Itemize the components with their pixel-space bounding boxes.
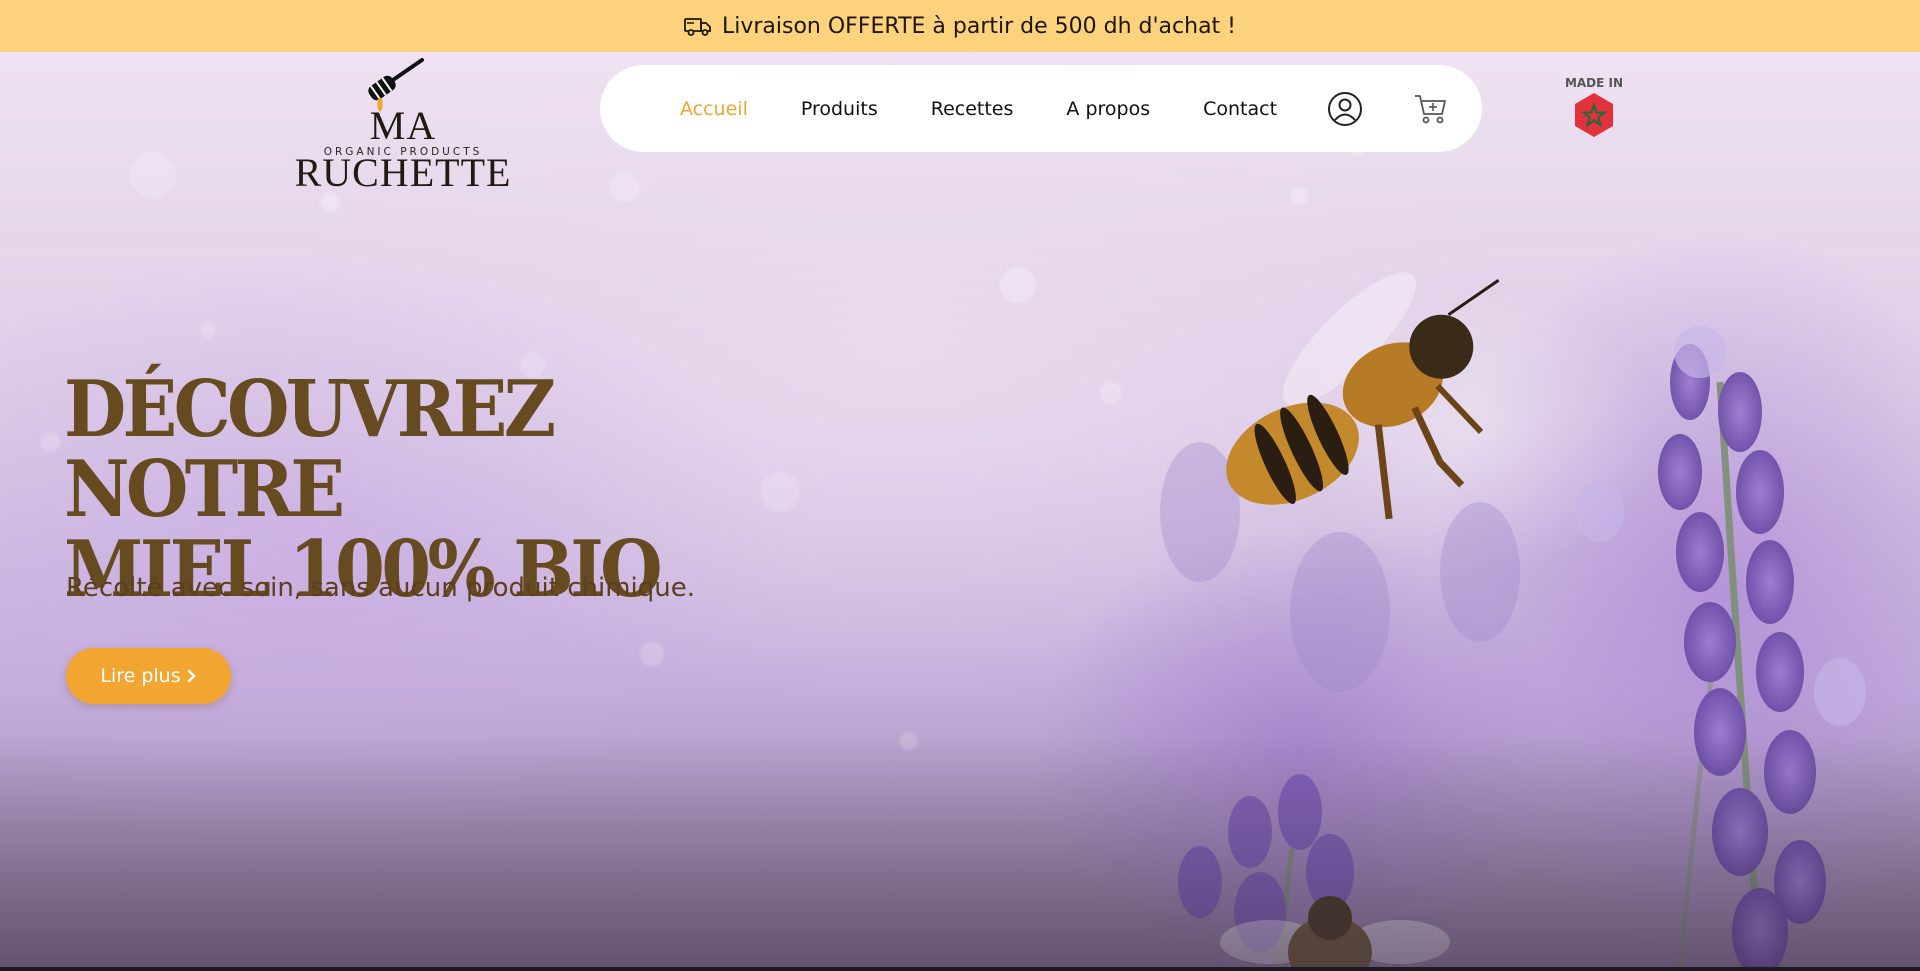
chevron-right-icon	[187, 669, 196, 683]
site-logo[interactable]: MA RUCHETTE ORGANIC PRODUCTS	[272, 56, 532, 195]
cart-button[interactable]	[1411, 89, 1451, 129]
logo-tagline: ORGANIC PRODUCTS	[323, 146, 483, 158]
window-bottom-edge	[0, 967, 1920, 971]
announcement-text: Livraison OFFERTE à partir de 500 dh d'a…	[721, 13, 1236, 39]
hero-subtitle: Récolté avec soin, sans aucun produit ch…	[66, 573, 696, 603]
announcement-bar: Livraison OFFERTE à partir de 500 dh d'a…	[0, 0, 1920, 52]
hero-headline-line1: DÉCOUVREZ NOTRE	[64, 364, 556, 535]
nav-item-produits[interactable]: Produits	[801, 98, 878, 120]
nav-item-recettes[interactable]: Recettes	[931, 98, 1014, 120]
nav-item-contact[interactable]: Contact	[1203, 98, 1277, 120]
delivery-truck-icon	[684, 18, 711, 36]
morocco-flag-hexagon-icon	[1575, 93, 1613, 137]
read-more-label: Lire plus	[100, 665, 181, 687]
main-navigation: Accueil Produits Recettes A propos Conta…	[600, 65, 1482, 152]
made-in-badge: MADE IN	[1562, 76, 1626, 138]
made-in-label: MADE IN	[1564, 76, 1624, 90]
nav-item-accueil[interactable]: Accueil	[680, 98, 748, 120]
cart-icon	[1415, 94, 1446, 123]
user-account-button[interactable]	[1325, 89, 1365, 129]
nav-item-a-propos[interactable]: A propos	[1066, 98, 1150, 120]
hero-bottom-shade	[0, 737, 1920, 967]
user-icon	[1328, 91, 1363, 126]
read-more-button[interactable]: Lire plus	[66, 648, 231, 704]
